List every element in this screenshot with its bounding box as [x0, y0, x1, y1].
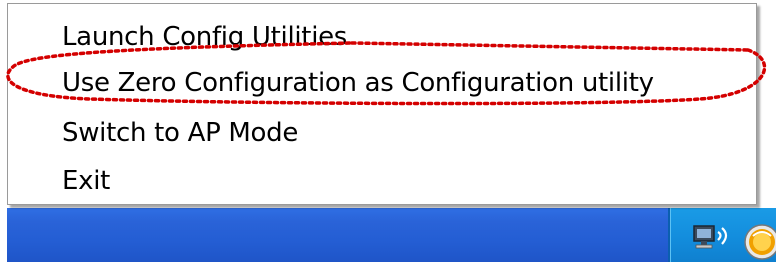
tray-context-menu: Launch Config Utilities Use Zero Configu… — [7, 3, 757, 205]
wireless-utility-icon[interactable] — [742, 222, 776, 262]
menu-item-launch-config-utilities[interactable]: Launch Config Utilities — [62, 17, 347, 57]
taskbar — [7, 208, 776, 262]
menu-item-switch-to-ap-mode[interactable]: Switch to AP Mode — [62, 113, 298, 153]
menu-item-use-zero-configuration[interactable]: Use Zero Configuration as Configuration … — [62, 63, 654, 103]
system-tray — [668, 208, 776, 262]
wireless-network-icon[interactable] — [690, 220, 736, 254]
menu-item-exit[interactable]: Exit — [62, 161, 110, 201]
